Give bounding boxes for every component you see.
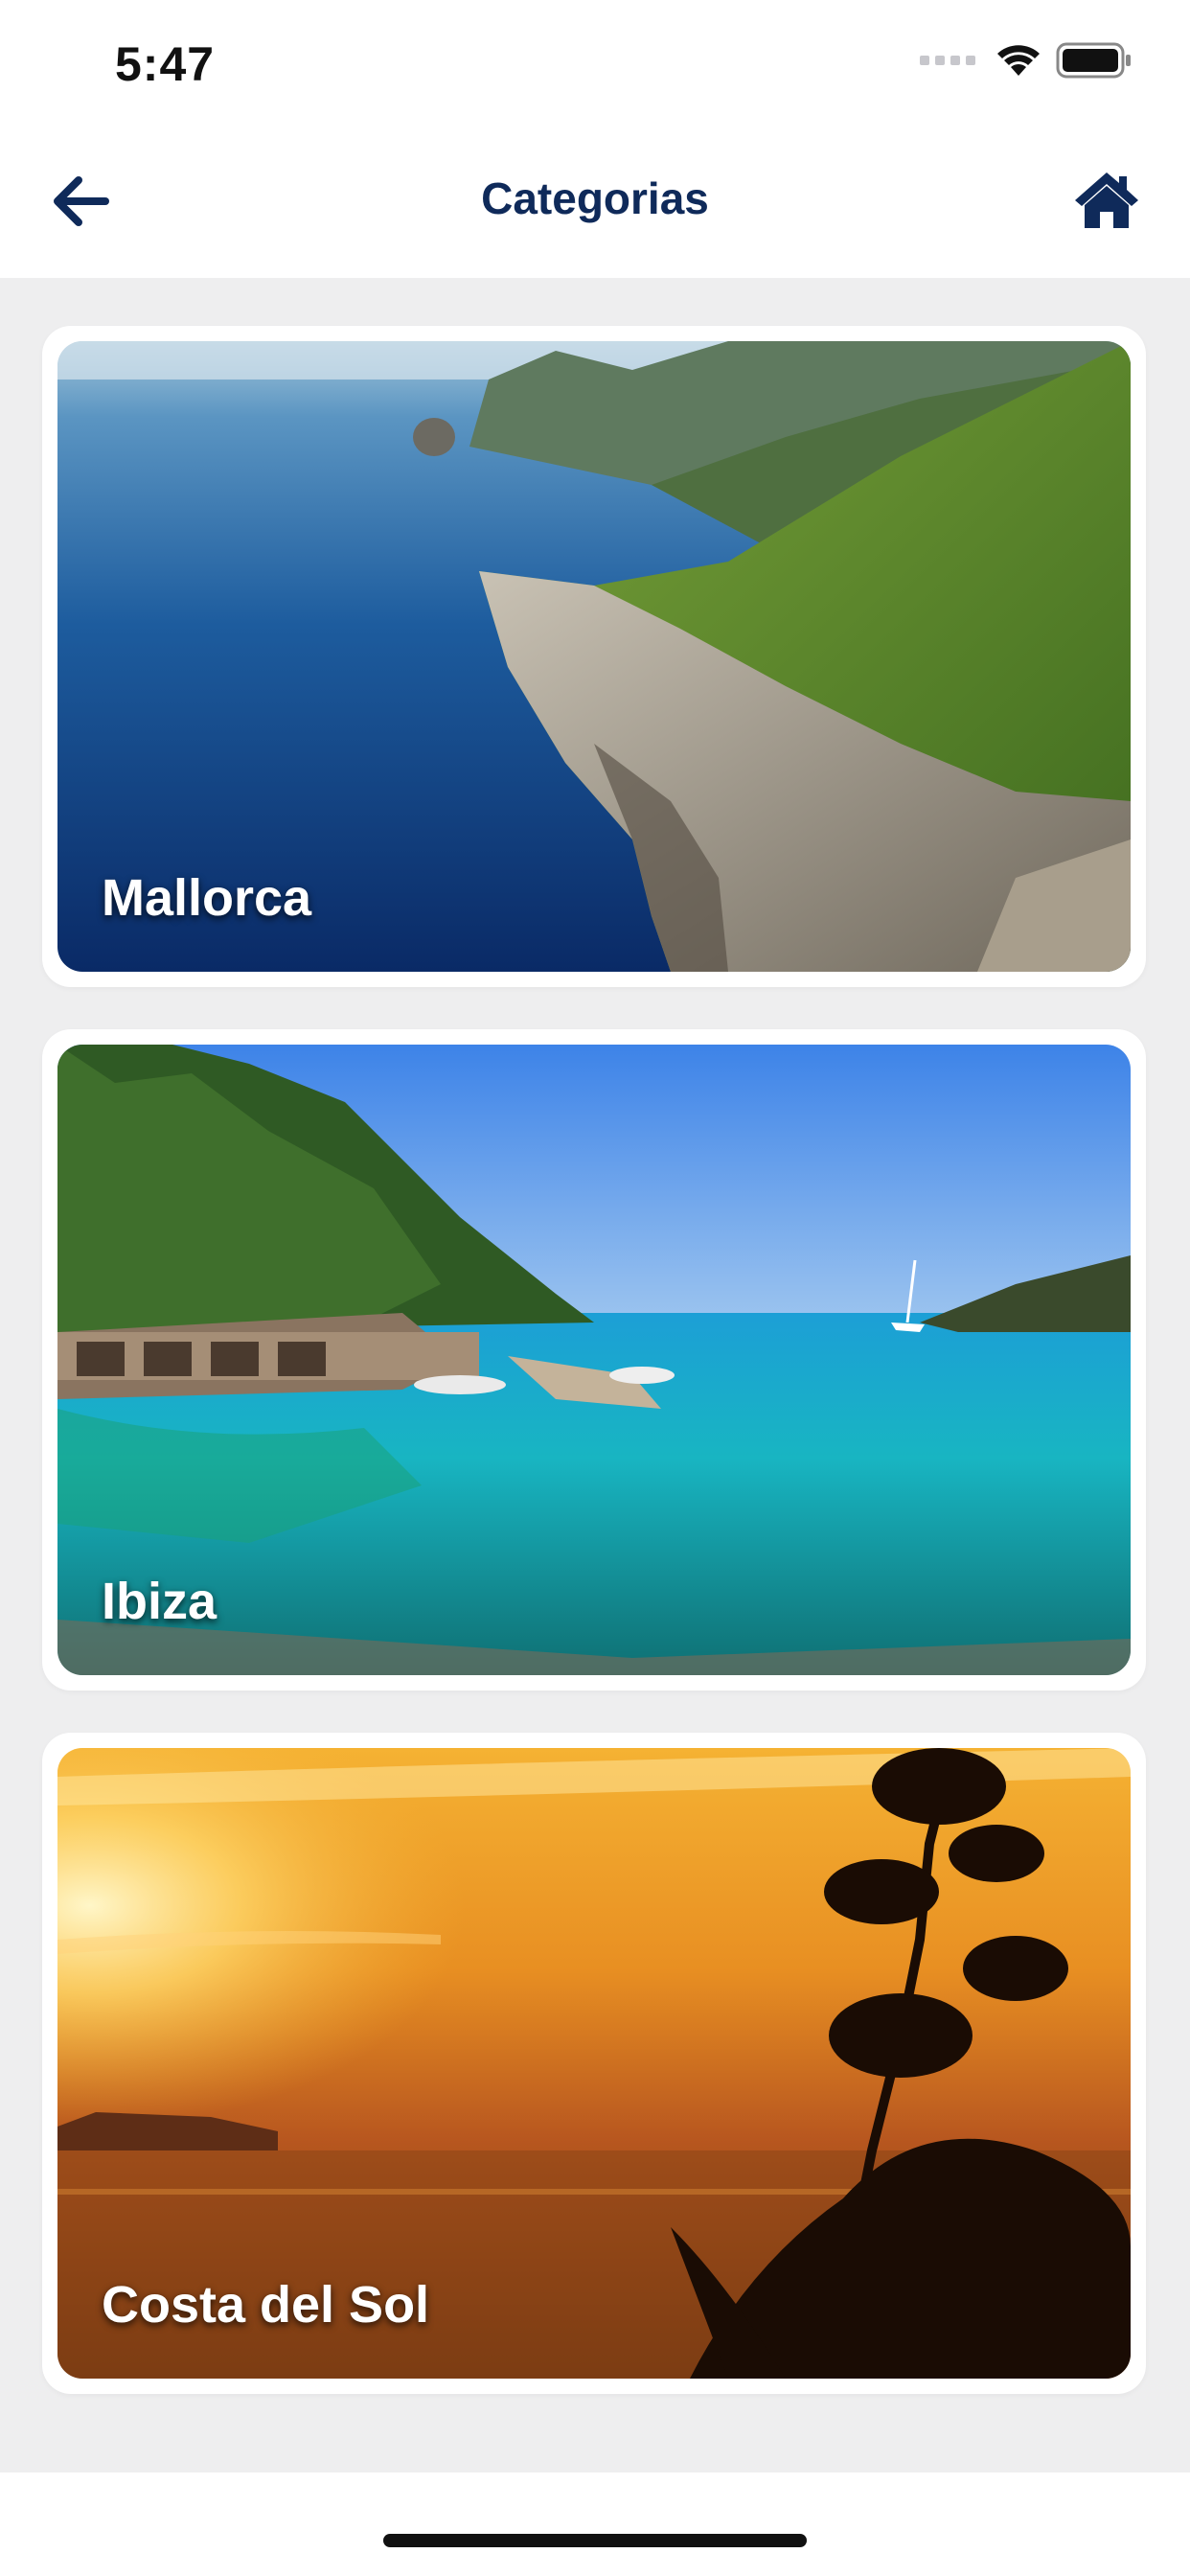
category-label: Ibiza (102, 1573, 217, 1630)
category-label: Mallorca (102, 869, 312, 927)
home-icon[interactable] (1073, 169, 1140, 232)
status-icons (920, 42, 1133, 79)
category-label: Costa del Sol (102, 2276, 430, 2334)
category-card-costa-del-sol[interactable]: Costa del Sol (42, 1733, 1146, 2394)
category-image-mallorca: Mallorca (57, 341, 1131, 972)
category-card-mallorca[interactable]: Mallorca (42, 326, 1146, 987)
bottom-safe-area (0, 2472, 1190, 2576)
battery-icon (1056, 42, 1131, 79)
screen: 5:47 Categorias Mallorca Ibiza Costa del… (0, 0, 1190, 2576)
category-image-ibiza: Ibiza (57, 1045, 1131, 1675)
home-indicator[interactable] (383, 2534, 807, 2547)
status-time: 5:47 (115, 37, 216, 91)
category-list: Mallorca Ibiza Costa del Sol (0, 278, 1190, 2472)
category-card-ibiza[interactable]: Ibiza (42, 1029, 1146, 1690)
category-image-costa-del-sol: Costa del Sol (57, 1748, 1131, 2379)
wifi-icon (997, 45, 1040, 76)
page-title: Categorias (481, 173, 709, 223)
header: 5:47 Categorias (0, 0, 1190, 278)
signal-icon (920, 56, 975, 65)
